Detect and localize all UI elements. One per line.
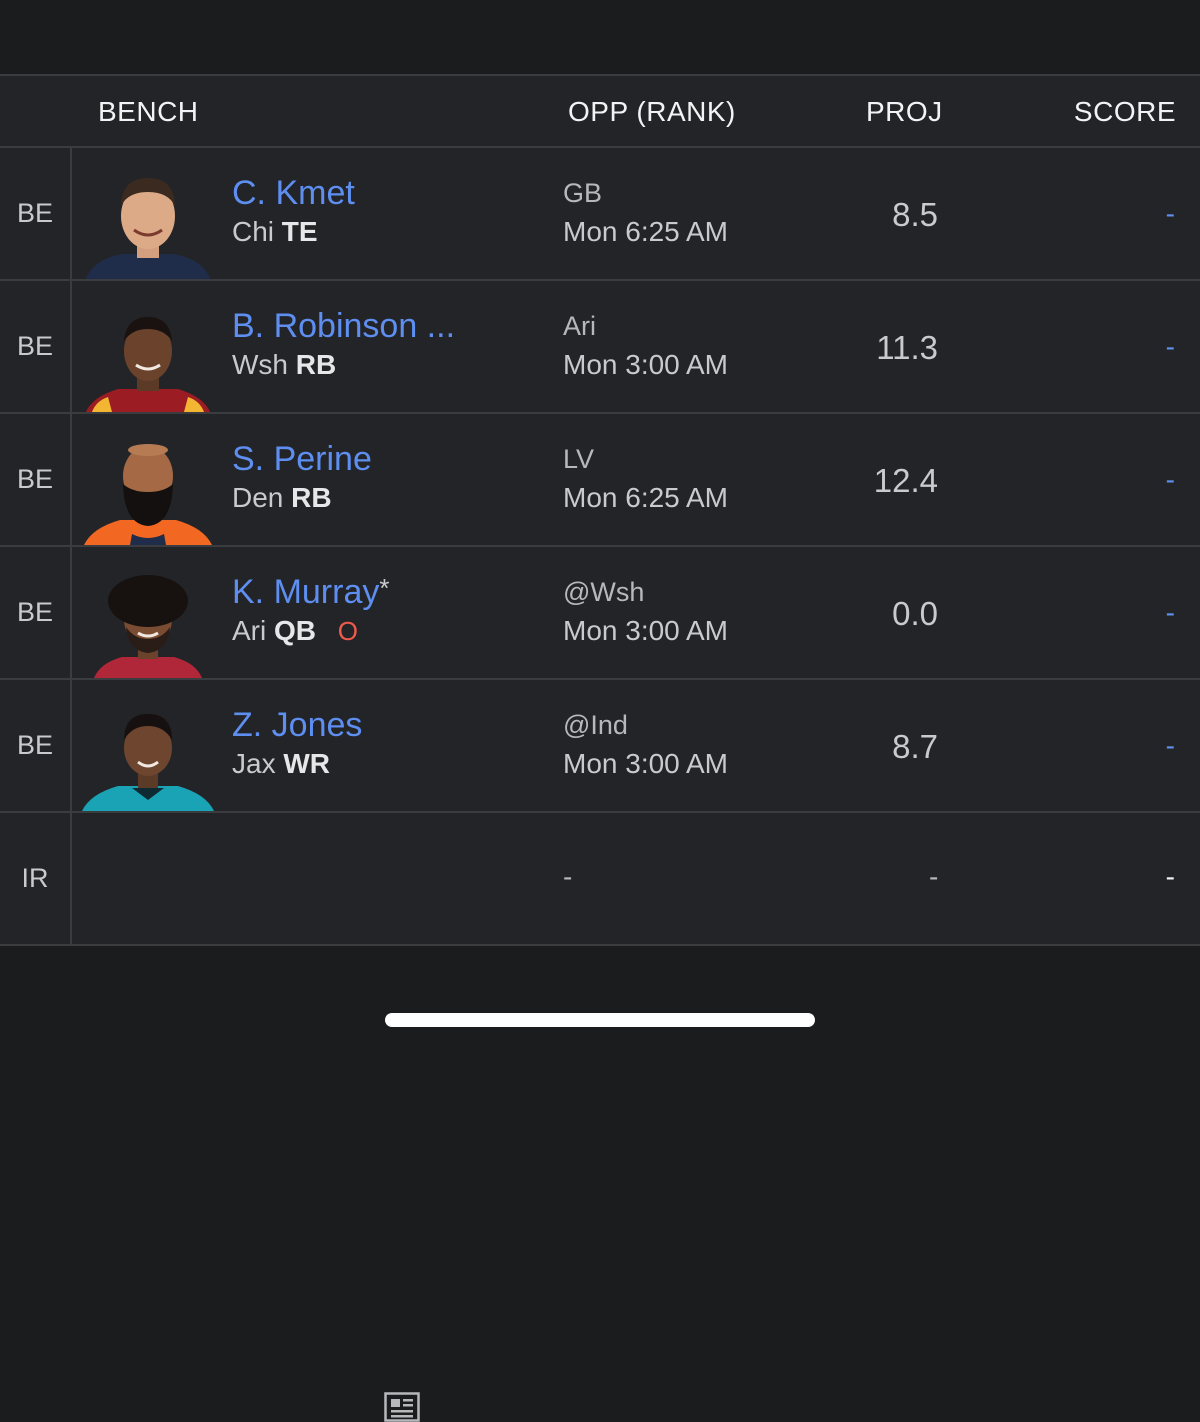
team-abbrev: Jax [232,748,276,779]
slot-label[interactable]: BE [0,680,72,811]
score: - [1165,198,1175,229]
header-opp-rank[interactable]: OPP (RANK) [568,96,736,128]
player-avatar[interactable] [82,168,214,279]
projection: 12.4 [873,462,938,499]
player-team-position: Den RB [232,482,332,514]
table-row: BE B. Robinson ... Wsh RB Ari Mon 3:00 A… [0,281,1200,623]
game-time: Mon 6:25 AM [563,216,728,247]
player-name-link[interactable]: K. Murray* [232,573,389,612]
player-avatar[interactable] [82,434,214,545]
slot-label[interactable]: BE [0,414,72,545]
header-bench: BENCH [98,96,199,127]
score: - [1165,464,1175,495]
header-proj[interactable]: PROJ [866,96,943,128]
table-row: BE K. Murray* Ari QB O @Wsh Mon 3:00 AM … [0,547,1200,680]
team-abbrev: Ari [232,615,267,646]
projection: 8.5 [892,196,938,233]
table-header: BENCH OPP (RANK) PROJ SCORE [0,76,1200,148]
position: WR [283,748,331,779]
slot-label[interactable]: IR [0,813,72,944]
player-name-link[interactable]: B. Robinson ... [232,307,455,346]
header-score[interactable]: SCORE [1074,96,1176,128]
position: TE [281,216,318,247]
score-empty: - [1165,861,1175,892]
team-abbrev: Den [232,482,284,513]
projection: 0.0 [892,595,938,632]
slot-label[interactable]: BE [0,148,72,279]
game-time: Mon 3:00 AM [563,748,728,779]
table-row: BE S. Perine Den RB LV Mon 6:25 AM 12.4 … [0,414,1200,547]
player-team-position: Jax WR [232,748,330,780]
home-indicator[interactable] [385,1013,815,1027]
bottom-blank-area [0,948,1200,1050]
player-name-link[interactable]: Z. Jones [232,706,362,745]
slot-label[interactable]: BE [0,281,72,412]
position: RB [295,349,337,380]
opponent-empty: - [563,861,573,892]
game-time: Mon 3:00 AM [563,615,728,646]
player-team-position: Ari QB O [232,615,358,647]
player-name-link[interactable]: S. Perine [232,440,372,479]
player-avatar[interactable] [82,700,214,811]
table-row: BE C. Kmet Chi TE GB Mon 6:25 AM 8.5 - [0,148,1200,281]
injury-note-marker: * [379,573,390,603]
player-avatar[interactable] [82,567,214,678]
projection: 8.7 [892,728,938,765]
opponent[interactable]: @Wsh [563,577,644,608]
player-avatar[interactable] [82,301,214,412]
newspaper-icon[interactable] [384,1392,420,1422]
injury-status-badge: O [337,616,359,646]
position: QB [274,615,317,646]
top-blank-area [0,0,1200,76]
slot-label[interactable]: BE [0,547,72,678]
player-name-text[interactable]: K. Murray [232,573,379,611]
opponent[interactable]: @Ind [563,710,628,741]
projection: 11.3 [876,329,938,366]
score: - [1165,331,1175,362]
player-name-link[interactable]: C. Kmet [232,174,355,213]
score: - [1165,597,1175,628]
projection-empty: - [929,861,939,892]
game-time: Mon 3:00 AM [563,349,728,380]
opponent[interactable]: LV [563,444,594,475]
player-team-position: Wsh RB [232,349,336,381]
table-row-empty-ir: IR - - - [0,813,1200,946]
table-row: BE Z. Jones Jax WR @Ind Mon 3:00 AM 8.7 … [0,680,1200,1422]
score: - [1165,730,1175,761]
team-abbrev: Wsh [232,349,288,380]
player-team-position: Chi TE [232,216,318,248]
opponent[interactable]: Ari [563,311,596,342]
opponent[interactable]: GB [563,178,602,209]
game-time: Mon 6:25 AM [563,482,728,513]
position: RB [291,482,332,513]
team-abbrev: Chi [232,216,275,247]
